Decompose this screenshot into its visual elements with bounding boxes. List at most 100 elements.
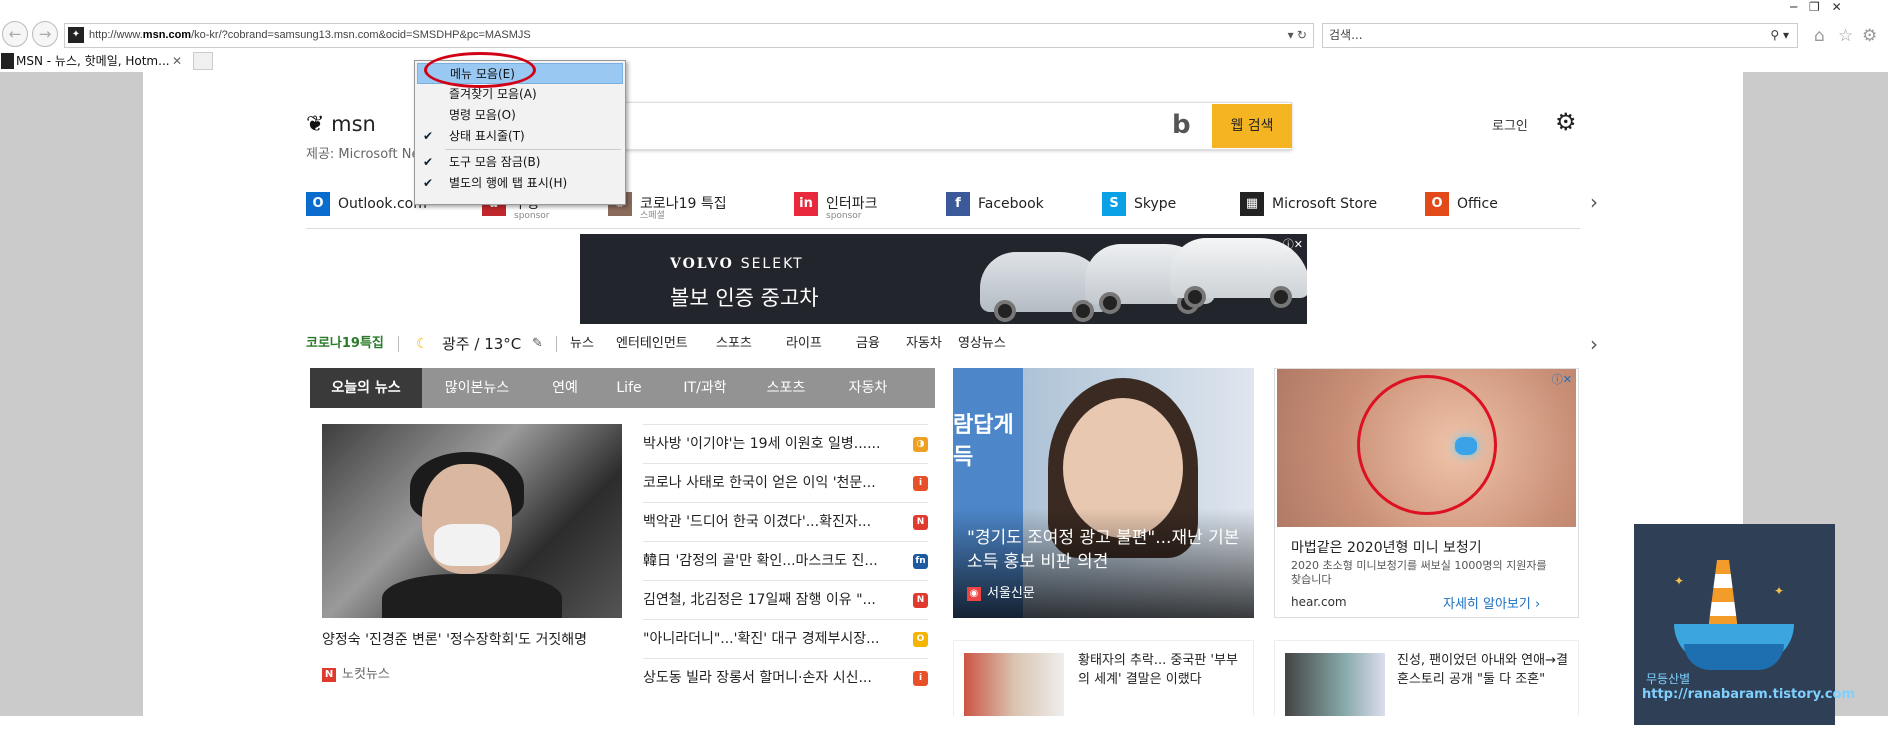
quicklink-4[interactable]: f Facebook — [946, 190, 1044, 218]
url-domain: msn.com — [142, 29, 192, 41]
source-badge-icon: O — [913, 632, 928, 647]
search-placeholder: 검색... — [1329, 28, 1363, 42]
forward-button[interactable]: → — [32, 21, 58, 47]
news-tab-4[interactable]: IT/과학 — [660, 368, 750, 408]
url-prefix: http://www. — [89, 29, 143, 41]
menu-item-label: 명령 모음(O) — [449, 108, 516, 122]
quicklink-0[interactable]: O Outlook.com — [306, 190, 427, 218]
quicklink-label: 코로나19 특집 — [640, 196, 727, 212]
headline-item[interactable]: 韓日 '감정의 골'만 확인...마스크도 진... fn — [643, 541, 928, 580]
news-tab-0[interactable]: 오늘의 뉴스 — [310, 368, 422, 408]
nocut-news-icon: N — [322, 667, 336, 682]
feature-story-tile[interactable]: 람답게 득 "경기도 조여정 광고 불편"...재난 기본소득 홍보 비판 의견 … — [953, 368, 1254, 618]
story-card[interactable]: 진성, 팬이었던 아내와 연애→결혼스토리 공개 "둘 다 조혼" — [1274, 640, 1579, 720]
chevron-right-icon[interactable]: › — [1590, 332, 1598, 356]
category-1[interactable]: 엔터테인먼트 — [616, 332, 688, 356]
volvo-ad-banner[interactable]: VOLVO SELEKT 볼보 인증 중고차 ⓘ✕ — [580, 234, 1307, 324]
hearing-aid-ad-tile[interactable]: ⓘ✕ 마법같은 2020년형 미니 보청기 2020 초소형 미니보청기를 써보… — [1274, 368, 1579, 618]
settings-gear-icon[interactable]: ⚙ — [1862, 26, 1877, 46]
headline-item[interactable]: "아니라더니"...'확진' 대구 경제부시장... O — [643, 619, 928, 658]
quicklink-3[interactable]: in 인터파크 sponsor — [794, 190, 878, 221]
chevron-right-icon[interactable]: › — [1590, 190, 1598, 214]
story-title: 황태자의 추락... 중국판 '부부의 세계' 결말은 이랬다 — [1078, 653, 1238, 687]
news-tab-6[interactable]: 자동차 — [822, 368, 914, 408]
moon-icon: ☾ — [416, 336, 429, 352]
new-tab-button[interactable] — [193, 52, 213, 70]
menu-item-3[interactable]: ✔ 상태 표시줄(T) — [417, 126, 623, 147]
watermark-name: 무등산별 — [1646, 672, 1691, 686]
provider-text: 제공: Microsoft Ne — [306, 147, 420, 162]
red-annotation-oval — [424, 52, 536, 88]
search-icon[interactable]: ⚲ ▾ — [1770, 24, 1789, 47]
category-5[interactable]: 자동차 — [906, 332, 942, 356]
headline-item[interactable]: 코로나 사태로 한국이 얻은 이익 '천문... i — [643, 463, 928, 502]
close-tab-icon[interactable]: ✕ — [172, 51, 182, 71]
url-field[interactable]: ✦ http://www.msn.com/ko-kr/?cobrand=sams… — [64, 23, 1314, 48]
category-2[interactable]: 스포츠 — [716, 332, 752, 356]
favorites-star-icon[interactable]: ☆ — [1838, 26, 1853, 46]
quicklink-icon: O — [1425, 192, 1449, 216]
login-link[interactable]: 로그인 — [1492, 115, 1528, 134]
news-tab-1[interactable]: 많이본뉴스 — [422, 368, 532, 408]
menu-item-label: 상태 표시줄(T) — [449, 129, 525, 143]
headline-item[interactable]: 박사방 '이기야'는 19세 이원호 일병...... ◑ — [643, 424, 928, 463]
category-3[interactable]: 라이프 — [786, 332, 822, 356]
sparkle-icon: ✦ — [1674, 574, 1685, 588]
headline-item[interactable]: 백악관 '드디어 한국 이겼다'...확진자... N — [643, 502, 928, 541]
settings-icon[interactable]: ⚙ — [1555, 108, 1577, 136]
menu-item-4[interactable]: ✔ 도구 모음 잠금(B) — [417, 152, 623, 173]
checkmark-icon: ✔ — [423, 176, 434, 190]
covid-special-link[interactable]: 코로나19특집 — [306, 332, 384, 356]
adchoices-icon[interactable]: ⓘ✕ — [1283, 236, 1303, 252]
story-thumbnail — [1285, 653, 1385, 717]
adchoices-icon[interactable]: ⓘ✕ — [1552, 371, 1572, 387]
category-0[interactable]: 뉴스 — [570, 332, 594, 356]
edit-pencil-icon[interactable]: ✎ — [532, 332, 543, 356]
menu-item-2[interactable]: 명령 모음(O) — [417, 105, 623, 126]
headline-text: "아니라더니"...'확진' 대구 경제부시장... — [643, 631, 880, 647]
main-story-caption[interactable]: 양정숙 '진경준 변론' '정수장학회'도 거짓해명 — [322, 629, 642, 649]
menu-item-5[interactable]: ✔ 별도의 행에 탭 표시(H) — [417, 173, 623, 194]
browser-search-field[interactable]: 검색... ⚲ ▾ — [1322, 23, 1798, 48]
wave-shape — [1684, 644, 1784, 670]
checkmark-icon: ✔ — [423, 155, 434, 169]
weather-text[interactable]: 광주 / 13°C — [442, 332, 521, 356]
window-controls[interactable]: ─ ❐ ✕ — [1790, 0, 1846, 14]
source-badge-icon: ◑ — [913, 437, 928, 452]
quicklink-label: Office — [1457, 196, 1498, 212]
quicklink-7[interactable]: O Office — [1425, 190, 1498, 218]
ad-brand-name: VOLVO — [670, 256, 734, 272]
story-title: 진성, 팬이었던 아내와 연애→결혼스토리 공개 "둘 다 조혼" — [1397, 653, 1568, 687]
home-icon[interactable]: ⌂ — [1814, 26, 1825, 46]
quicklink-icon: in — [794, 192, 818, 216]
main-story-source: N 노컷뉴스 — [322, 663, 390, 682]
story-card[interactable]: 황태자의 추락... 중국판 '부부의 세계' 결말은 이랬다 — [953, 640, 1254, 720]
menu-item-1[interactable]: 즐겨찾기 모음(A) — [417, 84, 623, 105]
refresh-icon[interactable]: ▾ ↻ — [1288, 24, 1307, 47]
quicklink-sub: sponsor — [514, 211, 550, 221]
headline-text: 김연철, 北김정은 17일째 잠행 이유 "... — [643, 592, 876, 608]
web-search-button[interactable]: 웹 검색 — [1212, 104, 1292, 148]
browser-tab[interactable]: MSN - 뉴스, 핫메일, Hotm... ✕ — [0, 51, 186, 71]
bing-search-input[interactable] — [618, 102, 1292, 150]
news-tab-2[interactable]: 연예 — [532, 368, 598, 408]
category-items: 뉴스 엔터테인먼트 스포츠 라이프 금융 자동차 영상뉴스 — [570, 332, 1270, 356]
msn-logo[interactable]: ❦ msn — [306, 112, 376, 137]
quicklink-5[interactable]: S Skype — [1102, 190, 1176, 218]
news-tab-5[interactable]: 스포츠 — [750, 368, 822, 408]
back-button[interactable]: ← — [2, 21, 28, 47]
news-tab-3[interactable]: Life — [598, 368, 660, 408]
headline-item[interactable]: 상도동 빌라 장롱서 할머니·손자 시신... i — [643, 658, 928, 697]
headline-item[interactable]: 김연철, 北김정은 17일째 잠행 이유 "... N — [643, 580, 928, 619]
ad-overlay-text: 람답게 득 — [953, 413, 1014, 470]
category-4[interactable]: 금융 — [856, 332, 880, 356]
category-6[interactable]: 영상뉴스 — [958, 332, 1006, 356]
lighthouse-icon — [1708, 560, 1738, 630]
ear-image — [1277, 369, 1576, 527]
feature-source: ◉ 서울신문 — [967, 582, 1035, 601]
main-story-photo[interactable] — [322, 424, 622, 618]
divider — [398, 336, 399, 352]
quicklink-6[interactable]: ▦ Microsoft Store — [1240, 190, 1377, 218]
learn-more-link[interactable]: 자세히 알아보기 › — [1443, 593, 1540, 612]
headline-text: 백악관 '드디어 한국 이겼다'...확진자... — [643, 514, 872, 530]
